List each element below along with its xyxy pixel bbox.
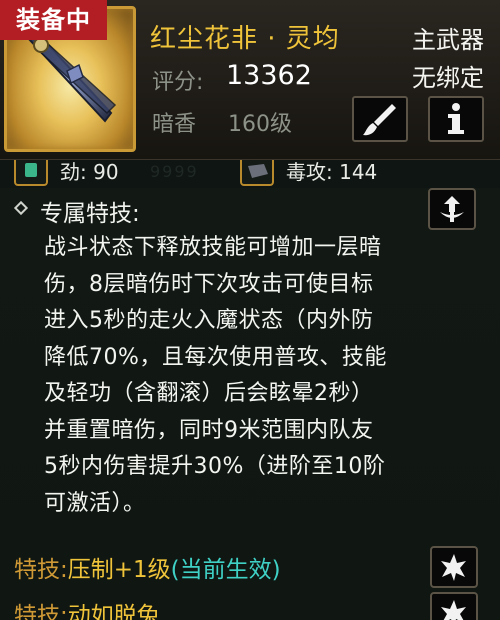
- description-line: 降低70%，且每次使用普攻、技能: [44, 344, 387, 370]
- description-line: 进入5秒的走火入魔状态（内外防: [44, 308, 374, 333]
- skill-name: 压制: [67, 557, 114, 583]
- star-burst-icon: [441, 554, 466, 581]
- description-line: 并重置暗伤，同时9米范围内队友: [44, 417, 374, 443]
- stat-poison-attack: 毒攻: 144: [286, 160, 378, 184]
- skill-tree-icon: [440, 196, 464, 222]
- skill-row-suppress: 特技:压制+1级(当前生效): [14, 550, 281, 584]
- item-header: 装备中 红尘花非 · 灵均 主武器 无绑定 评分: 13362 暗香 160级: [0, 0, 500, 160]
- special-skill-title: 专属特技:: [40, 201, 140, 227]
- skill-tree-button[interactable]: [428, 188, 476, 230]
- score-value: 13362: [226, 60, 312, 91]
- skill-detail-button[interactable]: [430, 546, 478, 588]
- description-line: 5秒内伤害提升30%（进阶至10阶: [44, 454, 386, 479]
- description-line: 可激活）。: [44, 490, 146, 516]
- bind-state: 无绑定: [412, 64, 484, 92]
- item-name: 红尘花非 · 灵均: [150, 24, 340, 54]
- score-label: 评分:: [152, 70, 204, 95]
- stat-strength: 劲: 90: [60, 160, 119, 184]
- info-icon: [448, 103, 464, 134]
- skill-row-swift: 特技:动如脱兔: [14, 596, 160, 620]
- brush-button[interactable]: [352, 96, 408, 142]
- brush-icon: [363, 104, 396, 136]
- poison-gem-icon: [240, 160, 274, 186]
- description-line: 战斗状态下释放技能可增加一层暗: [44, 235, 382, 260]
- skill-label: 特技:: [14, 557, 68, 583]
- item-level: 160级: [228, 112, 292, 137]
- skill-detail-button[interactable]: [430, 592, 478, 620]
- weapon-type: 主武器: [412, 26, 484, 54]
- skill-label: 特技:: [14, 603, 68, 620]
- jade-gem-icon: [14, 160, 48, 186]
- description-line: 伤，8层暗伤时下次攻击可使目标: [44, 271, 374, 297]
- fragrance-label: 暗香: [152, 112, 197, 137]
- skill-status: (当前生效): [170, 557, 281, 583]
- equipped-badge: 装备中: [0, 0, 107, 40]
- info-button[interactable]: [428, 96, 484, 142]
- skill-level: +1级: [113, 557, 171, 583]
- skill-name: 动如脱兔: [67, 603, 160, 620]
- stats-strip: 劲: 90 9999 毒攻: 144: [0, 160, 500, 188]
- star-burst-icon: [441, 600, 466, 620]
- stat-ghost-digits: 9999: [150, 162, 199, 181]
- description-line: 及轻功（含翻滚）后会眩晕2秒）: [44, 381, 374, 406]
- special-skill-description: 战斗状态下释放技能可增加一层暗 伤，8层暗伤时下次攻击可使目标 进入5秒的走火入…: [44, 230, 484, 522]
